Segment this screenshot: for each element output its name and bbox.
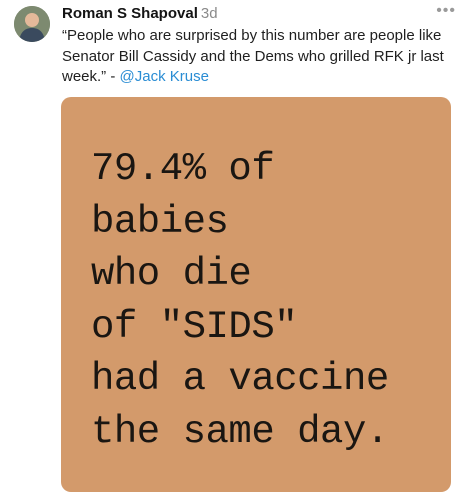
more-options-icon[interactable]: ••• (436, 2, 456, 20)
author-name[interactable]: Roman S Shapoval (62, 5, 198, 22)
image-text: 79.4% of babies who die of "SIDS" had a vacc… (91, 143, 389, 458)
mention-link[interactable]: @Jack Kruse (120, 68, 209, 85)
image-text-line: of "SIDS" (91, 304, 298, 349)
image-text-line: the same day. (91, 409, 389, 454)
avatar[interactable] (14, 6, 50, 42)
image-text-line: had a vaccine (91, 357, 389, 401)
image-text-line: who die (91, 252, 252, 296)
image-text-line: babies (91, 199, 229, 244)
avatar-image (14, 6, 50, 42)
post-timestamp: 3d (200, 5, 218, 22)
post-image[interactable]: 79.4% of babies who die of "SIDS" had a vacc… (61, 97, 451, 492)
post-text: “People who are surprised by this number… (62, 26, 462, 88)
post-header: Roman S Shapoval 3d (62, 5, 218, 23)
image-text-line: 79.4% of (91, 147, 275, 191)
post-card: Roman S Shapoval 3d ••• “People who are s… (0, 0, 470, 500)
